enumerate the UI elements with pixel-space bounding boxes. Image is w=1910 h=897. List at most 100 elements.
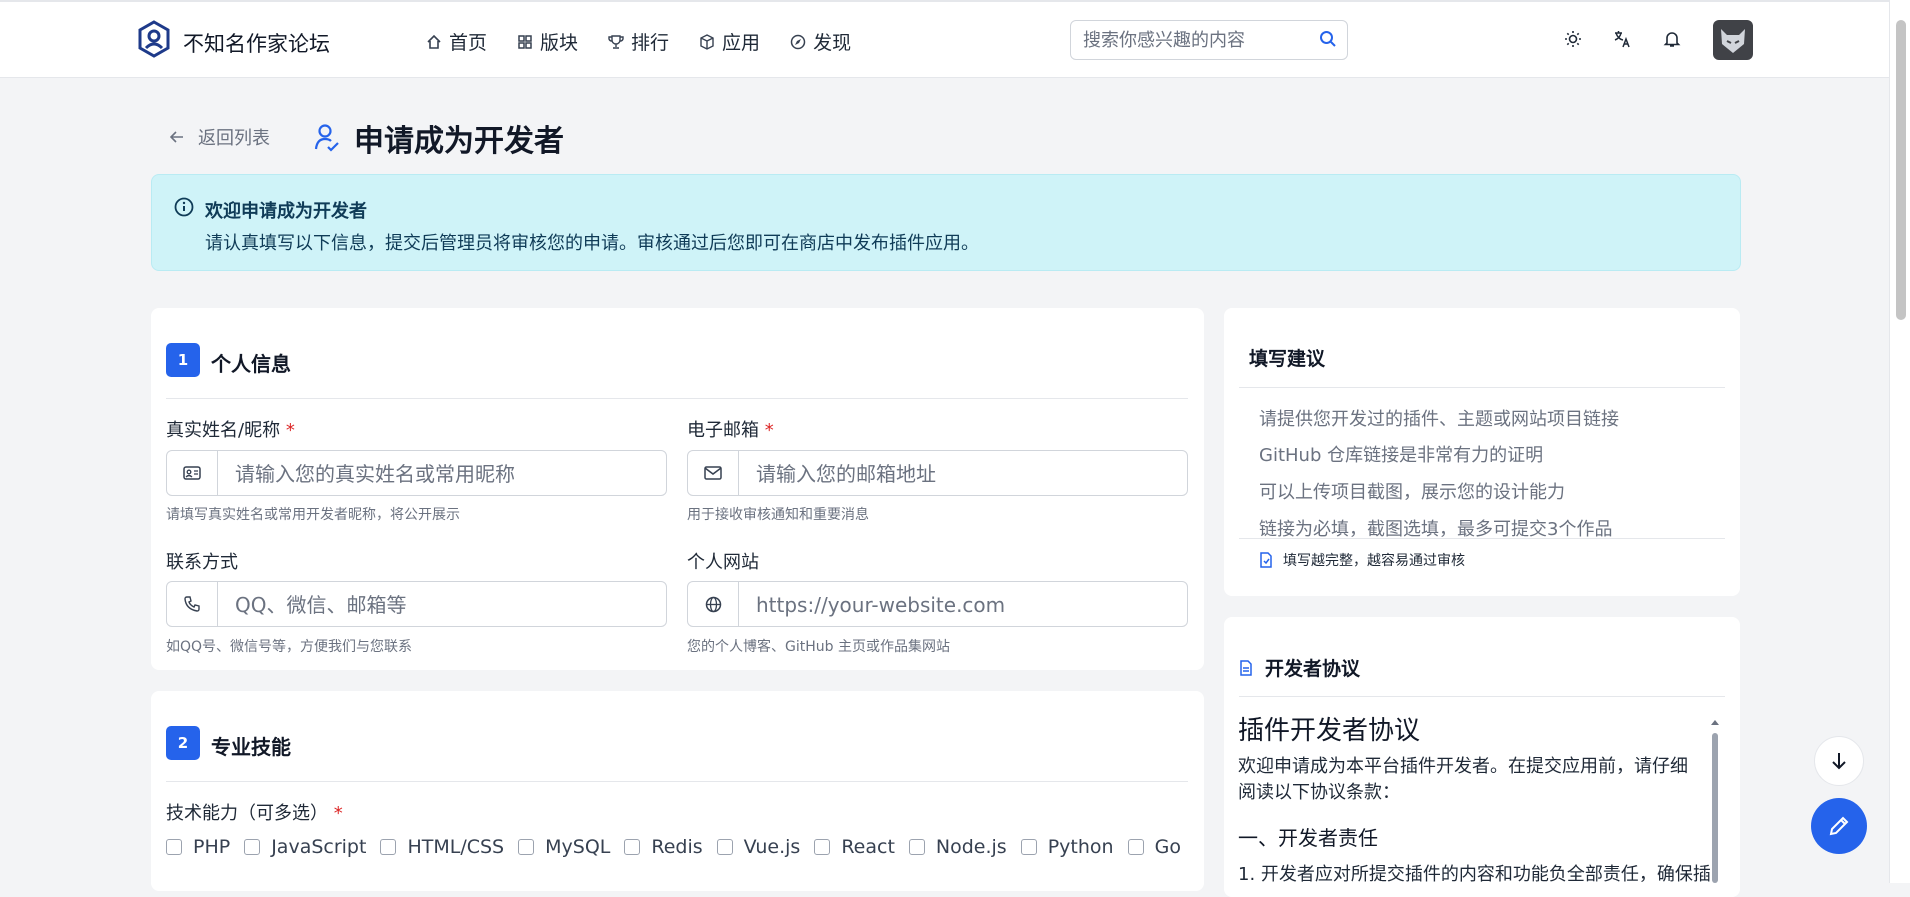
tips-footer-divider <box>1239 538 1725 539</box>
agreement-heading: 插件开发者协议 <box>1238 716 1421 746</box>
agreement-section-title: 一、开发者责任 <box>1238 826 1378 850</box>
theme-toggle-icon[interactable] <box>1564 30 1582 48</box>
agreement-header: 开发者协议 <box>1239 654 1360 681</box>
skill-label: MySQL <box>545 836 611 858</box>
skill-label: Node.js <box>935 836 1007 858</box>
skill-checkbox-vuejs[interactable]: Vue.js <box>716 836 800 858</box>
name-input[interactable] <box>233 461 637 487</box>
tip-item: 可以上传项目截图，展示您的设计能力 <box>1259 482 1565 503</box>
tip-item: GitHub 仓库链接是非常有力的证明 <box>1259 445 1544 466</box>
tips-divider <box>1239 387 1725 388</box>
pencil-icon <box>1829 816 1849 836</box>
bell-icon[interactable] <box>1663 30 1681 48</box>
agreement-intro: 欢迎申请成为本平台插件开发者。在提交应用前，请仔细阅读以下协议条款： <box>1238 756 1688 803</box>
name-field <box>166 450 667 496</box>
checkbox[interactable] <box>166 839 182 855</box>
skills-checkbox-group: PHP JavaScript HTML/CSS MySQL Redis Vue.… <box>166 836 1195 858</box>
checkbox[interactable] <box>814 839 831 855</box>
arrow-left-icon <box>170 131 183 143</box>
skill-checkbox-javascript[interactable]: JavaScript <box>244 836 366 858</box>
tips-title: 填写建议 <box>1249 348 1326 370</box>
search-box <box>1070 20 1348 60</box>
contact-label: 联系方式 <box>166 552 238 573</box>
website-addon <box>688 582 739 626</box>
checkbox[interactable] <box>244 839 261 855</box>
email-help: 用于接收审核通知和重要消息 <box>687 507 869 523</box>
page-title: 申请成为开发者 <box>354 124 564 159</box>
skill-checkbox-go[interactable]: Go <box>1127 836 1181 858</box>
tips-footer: 填写越完整，越容易通过审核 <box>1259 550 1465 570</box>
skills-label: 技术能力（可多选） * <box>166 803 343 824</box>
contact-help: 如QQ号、微信号等，方便我们与您联系 <box>166 639 413 655</box>
skill-checkbox-python[interactable]: Python <box>1020 836 1114 858</box>
skill-checkbox-php[interactable]: PHP <box>166 836 230 858</box>
checkbox[interactable] <box>518 839 535 855</box>
back-to-list-link[interactable]: 返回列表 <box>170 124 270 150</box>
main-nav: 首页 版块 排行 应用 发现 <box>426 28 881 55</box>
top-navbar: 不知名作家论坛 首页 版块 排行 应用 发现 <box>0 0 1890 78</box>
checkbox[interactable] <box>1127 839 1144 855</box>
skill-checkbox-redis[interactable]: Redis <box>624 836 703 858</box>
page-scrollbar-thumb[interactable] <box>1896 20 1906 320</box>
agreement-item: 1. 开发者应对所提交插件的内容和功能负全部责任，确保插 <box>1238 864 1711 885</box>
website-input[interactable] <box>754 592 1158 618</box>
arrow-down-icon <box>1832 753 1846 770</box>
skill-checkbox-mysql[interactable]: MySQL <box>518 836 610 858</box>
name-help: 请填写真实姓名或常用开发者昵称，将公开展示 <box>166 507 460 523</box>
nav-apps-label: 应用 <box>722 32 761 54</box>
website-label: 个人网站 <box>687 552 759 573</box>
banner-title: 欢迎申请成为开发者 <box>205 201 367 222</box>
avatar[interactable] <box>1713 20 1753 60</box>
translate-icon[interactable] <box>1613 30 1631 48</box>
nav-boards[interactable]: 版块 <box>517 28 578 55</box>
site-logo-icon[interactable] <box>137 20 171 58</box>
document-check-icon <box>1260 552 1272 568</box>
skill-label: Redis <box>651 836 703 858</box>
checkbox[interactable] <box>908 839 925 855</box>
nav-apps[interactable]: 应用 <box>699 28 760 55</box>
checkbox[interactable] <box>1020 839 1037 855</box>
grid-icon <box>518 34 532 49</box>
user-check-icon <box>314 124 339 152</box>
nav-home[interactable]: 首页 <box>426 28 487 55</box>
email-field <box>687 450 1188 496</box>
checkbox[interactable] <box>716 839 733 855</box>
search-icon[interactable] <box>1319 30 1337 48</box>
compose-button[interactable] <box>1811 798 1867 854</box>
skill-label: Python <box>1047 836 1114 858</box>
checkbox[interactable] <box>380 839 397 855</box>
checkbox[interactable] <box>624 839 641 855</box>
nav-discover-label: 发现 <box>813 32 852 54</box>
agreement-title: 开发者协议 <box>1265 658 1361 680</box>
search-input[interactable] <box>1081 29 1305 52</box>
email-input[interactable] <box>754 461 1158 487</box>
skills-section-title: 专业技能 <box>211 735 291 759</box>
site-title[interactable]: 不知名作家论坛 <box>183 28 330 58</box>
email-label: 电子邮箱 * <box>687 420 774 441</box>
website-field <box>687 581 1188 627</box>
nav-discover[interactable]: 发现 <box>790 28 851 55</box>
skills-card <box>151 691 1204 891</box>
tip-item: 请提供您开发过的插件、主题或网站项目链接 <box>1259 409 1619 430</box>
page-scrollbar[interactable] <box>1889 0 1910 883</box>
skill-checkbox-react[interactable]: React <box>814 836 895 858</box>
skill-label: Go <box>1154 836 1181 858</box>
agreement-scrollbar[interactable] <box>1710 717 1720 883</box>
contact-field <box>166 581 667 627</box>
contact-input[interactable] <box>233 592 637 618</box>
section-number-2: 2 <box>166 726 200 760</box>
page-title-wrap: 申请成为开发者 <box>314 116 564 160</box>
envelope-icon <box>704 466 722 480</box>
skill-checkbox-html-css[interactable]: HTML/CSS <box>380 836 504 858</box>
name-label: 真实姓名/昵称 * <box>166 420 295 441</box>
website-help: 您的个人博客、GitHub 主页或作品集网站 <box>687 639 950 655</box>
globe-icon <box>705 596 721 612</box>
info-banner: 欢迎申请成为开发者 请认真填写以下信息，提交后管理员将审核您的申请。审核通过后您… <box>151 174 1741 271</box>
contact-addon <box>167 582 218 626</box>
home-icon <box>427 34 441 49</box>
document-icon <box>1240 659 1252 676</box>
banner-text: 请认真填写以下信息，提交后管理员将审核您的申请。审核通过后您即可在商店中发布插件… <box>205 233 979 254</box>
scroll-down-button[interactable] <box>1814 736 1864 786</box>
nav-ranking[interactable]: 排行 <box>608 28 669 55</box>
skill-checkbox-nodejs[interactable]: Node.js <box>908 836 1007 858</box>
